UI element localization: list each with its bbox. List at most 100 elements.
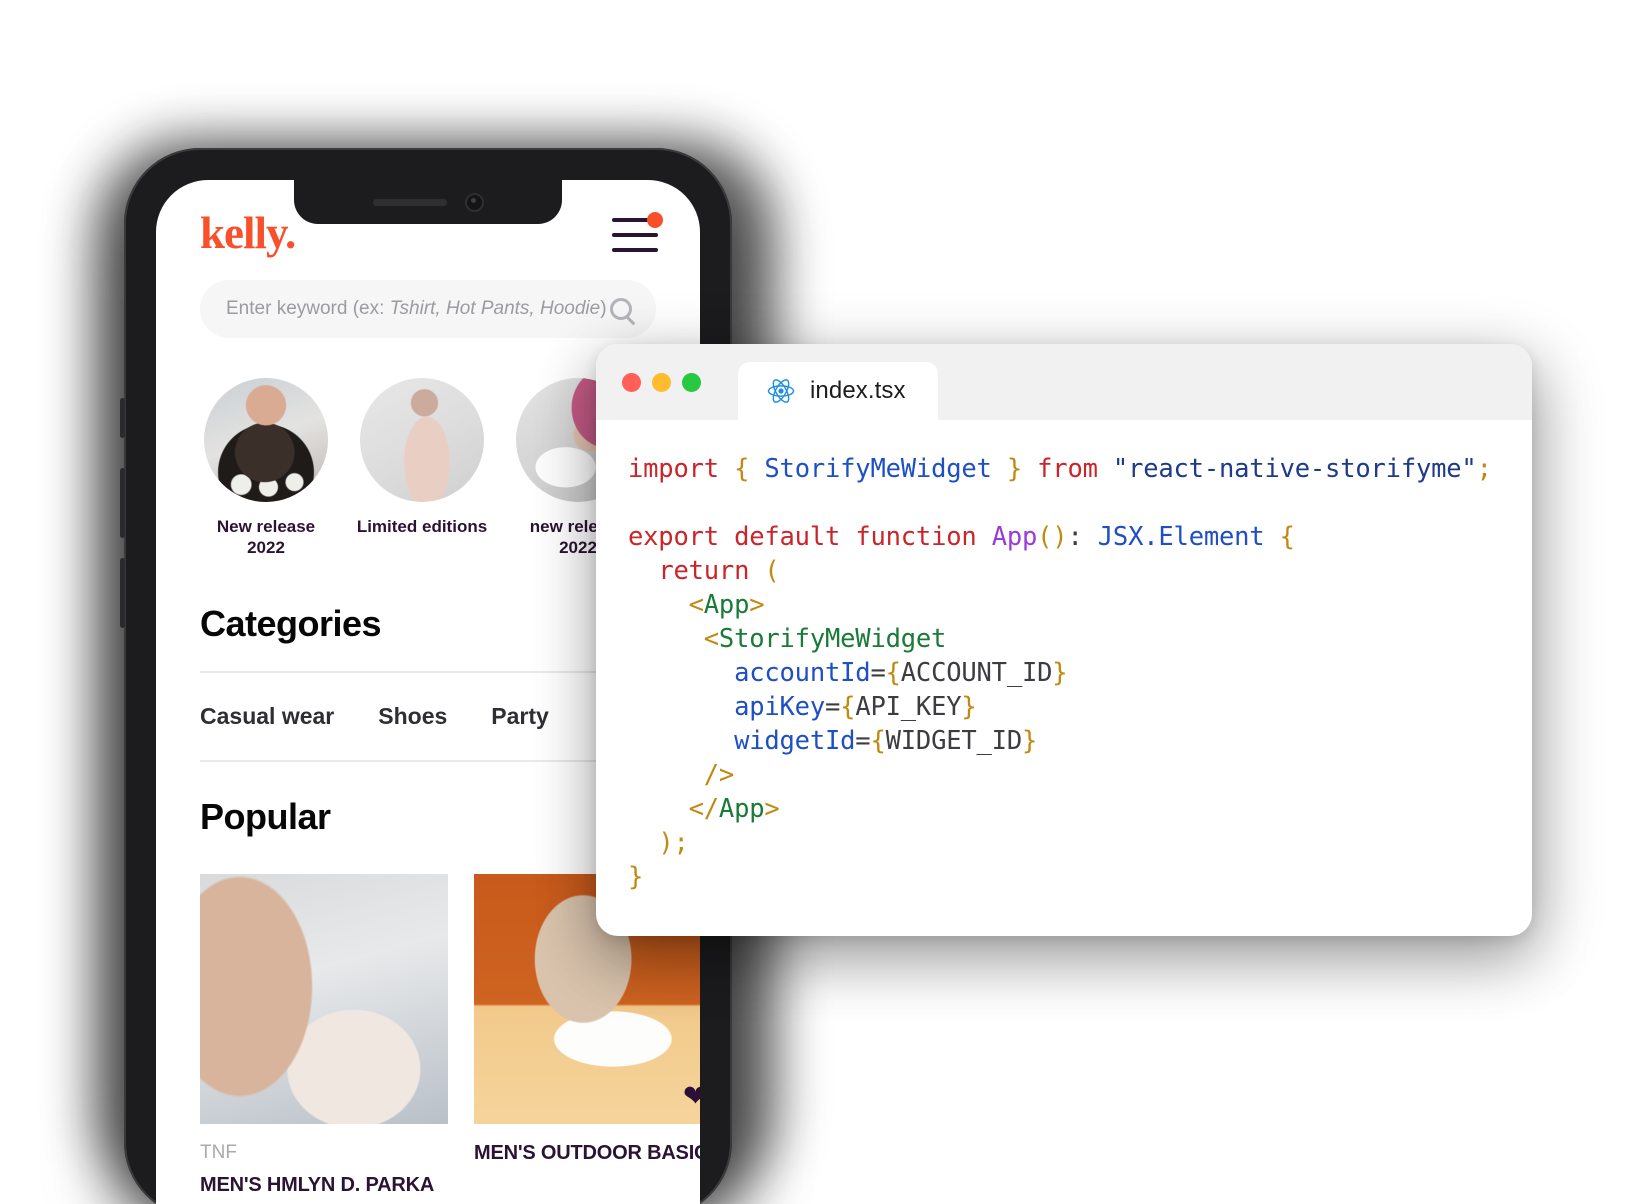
code-line: <App> — [628, 588, 1532, 622]
code-line: </App> — [628, 792, 1532, 826]
tab-casual-wear[interactable]: Casual wear — [200, 703, 334, 730]
search-input[interactable]: Enter keyword (ex: Tshirt, Hot Pants, Ho… — [200, 280, 656, 338]
code-token: < — [688, 590, 704, 620]
code-token: ); — [658, 828, 689, 858]
code-token: App — [991, 522, 1038, 552]
code-token: } — [1006, 454, 1022, 484]
code-token: widgetId — [734, 726, 856, 756]
search-icon[interactable] — [610, 298, 632, 320]
search-placeholder-examples: Tshirt, Hot Pants, Hoodie — [389, 298, 601, 319]
story-item[interactable]: New release 2022 — [200, 378, 332, 559]
screenshot-root: kelly. Enter keyword (ex: Tshirt, Hot Pa… — [0, 0, 1652, 1204]
code-token: ; — [1476, 454, 1492, 484]
close-traffic-light[interactable] — [622, 373, 641, 392]
heart-filled-icon[interactable]: ❤ — [683, 1081, 700, 1112]
code-token: apiKey — [734, 692, 825, 722]
hamburger-line-2 — [612, 233, 658, 237]
editor-title-bar: index.tsx — [596, 344, 1532, 420]
code-line: <StorifyMeWidget — [628, 622, 1532, 656]
phone-notch — [294, 180, 562, 224]
product-name: MEN'S HMLYN D. PARKA — [200, 1173, 435, 1196]
code-token: } — [1021, 726, 1038, 756]
code-line: } — [628, 860, 1532, 894]
code-line: return ( — [628, 554, 1532, 588]
code-token: { — [885, 658, 901, 688]
phone-volume-down-button[interactable] — [120, 558, 125, 628]
code-token: { — [870, 726, 886, 756]
code-token: App — [703, 590, 750, 620]
product-card[interactable]: TNF MEN'S HMLYN D. PARKA — [200, 873, 448, 1197]
code-token: { — [840, 692, 856, 722]
product-name: MEN'S OUTDOOR BASIC — [474, 1141, 700, 1164]
code-token: function — [855, 522, 977, 552]
code-token: { — [1279, 522, 1295, 552]
hamburger-menu-icon[interactable] — [612, 212, 663, 252]
code-token: } — [628, 862, 644, 892]
story-item[interactable]: Limited editions — [356, 378, 488, 559]
code-token: JSX.Element — [1097, 522, 1265, 552]
earpiece-speaker-icon — [372, 198, 447, 206]
code-line: ); — [628, 826, 1532, 860]
story-avatar — [204, 378, 328, 502]
product-image — [200, 873, 448, 1124]
code-line: apiKey={API_KEY} — [628, 690, 1532, 724]
maximize-traffic-light[interactable] — [682, 373, 701, 392]
tab-party[interactable]: Party — [491, 703, 549, 730]
search-placeholder: Enter keyword (ex: Tshirt, Hot Pants, Ho… — [226, 298, 607, 319]
code-token: import — [628, 454, 719, 484]
code-token: StorifyMeWidget — [764, 454, 992, 484]
story-label: Limited editions — [356, 517, 488, 536]
code-token: API_KEY — [855, 692, 962, 722]
code-token: { — [734, 454, 750, 484]
hamburger-line-3 — [612, 248, 658, 252]
code-token: export — [628, 522, 719, 552]
product-brand: TNF — [200, 1141, 237, 1163]
code-token: WIDGET_ID — [885, 726, 1023, 756]
code-content[interactable]: import { StorifyMeWidget } from "react-n… — [596, 420, 1532, 894]
code-token: } — [1052, 658, 1068, 688]
story-avatar — [360, 378, 484, 502]
code-token: () — [1037, 522, 1068, 552]
story-label: New release 2022 — [216, 517, 316, 558]
brand-logo[interactable]: kelly. — [200, 210, 296, 256]
search-section: Enter keyword (ex: Tshirt, Hot Pants, Ho… — [156, 272, 700, 338]
editor-tab-label: index.tsx — [810, 377, 906, 404]
tab-shoes[interactable]: Shoes — [378, 703, 447, 730]
code-token: = — [825, 692, 841, 722]
phone-volume-up-button[interactable] — [120, 468, 125, 538]
code-token: > — [764, 794, 780, 824]
code-line: /> — [628, 758, 1532, 792]
notification-badge-dot — [647, 212, 663, 228]
window-traffic-lights — [622, 373, 701, 392]
phone-mute-button[interactable] — [120, 398, 125, 438]
code-token: default — [734, 522, 841, 552]
code-line: export default function App(): JSX.Eleme… — [628, 520, 1532, 554]
code-token: from — [1037, 454, 1098, 484]
minimize-traffic-light[interactable] — [652, 373, 671, 392]
editor-tab-index-tsx[interactable]: index.tsx — [738, 362, 938, 420]
code-line: accountId={ACCOUNT_ID} — [628, 656, 1532, 690]
code-token: accountId — [734, 658, 871, 688]
code-token: StorifyMeWidget — [718, 624, 947, 654]
code-token: > — [749, 590, 765, 620]
code-token: = — [855, 726, 871, 756]
code-token: ( — [764, 556, 780, 586]
code-token: App — [718, 794, 765, 824]
code-token: : — [1067, 522, 1098, 552]
code-line: import { StorifyMeWidget } from "react-n… — [628, 452, 1532, 486]
code-token: return — [658, 556, 750, 586]
